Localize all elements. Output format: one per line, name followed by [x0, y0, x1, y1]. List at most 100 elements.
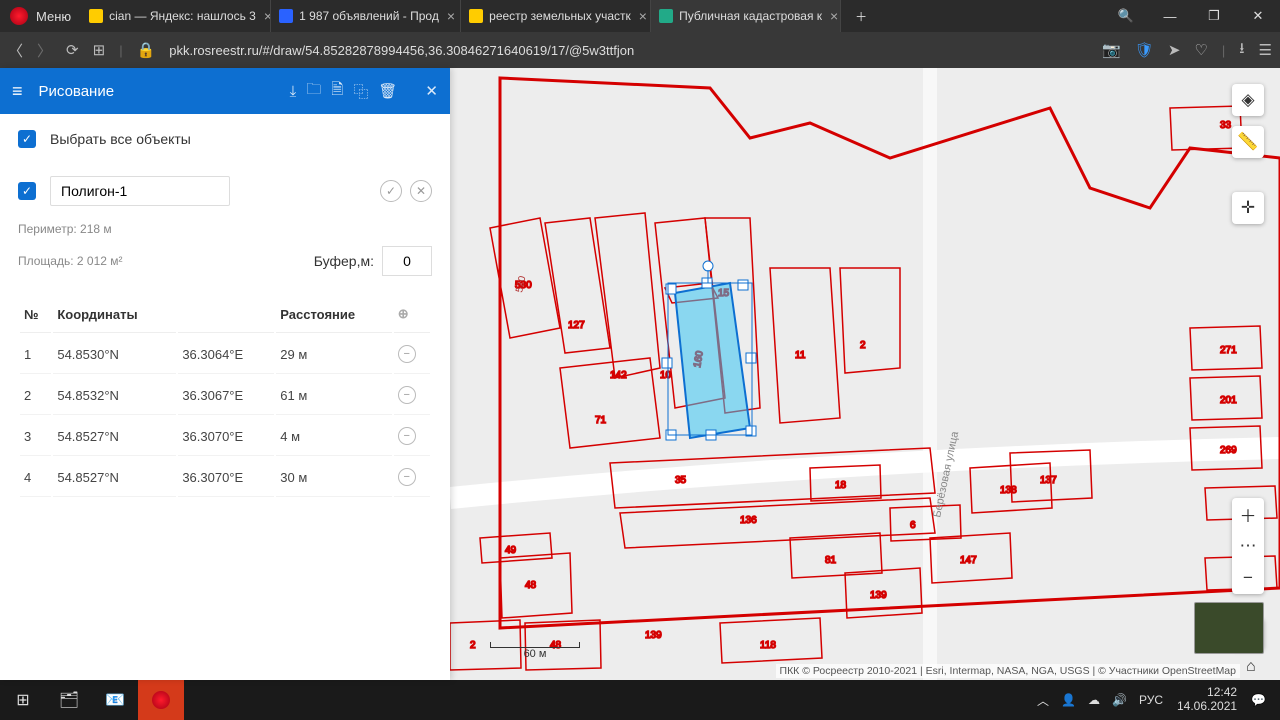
delete-icon[interactable]: 🗑 — [378, 82, 397, 100]
object-name-input[interactable] — [50, 176, 230, 206]
select-all-checkbox[interactable]: ✓ — [18, 130, 36, 148]
svg-text:2: 2 — [860, 340, 866, 351]
svg-text:136: 136 — [740, 515, 757, 526]
heart-icon[interactable]: ♡ — [1194, 41, 1207, 59]
tab-label: cian — Яндекс: нашлось 3 — [109, 9, 256, 23]
table-row: 154.8530°N36.3064°E29 м− — [20, 335, 430, 374]
minimize-button[interactable]: ― — [1148, 0, 1192, 32]
more-button[interactable]: ⋯ — [1232, 530, 1264, 562]
svg-text:18: 18 — [835, 480, 847, 491]
tab-2[interactable]: 1 987 объявлений - Прод × — [271, 0, 461, 32]
outlook-icon[interactable]: 📧 — [92, 680, 138, 720]
download-icon[interactable]: ⤓ — [290, 83, 297, 100]
perimeter-text: Периметр: 218 м — [18, 222, 432, 236]
map-canvas[interactable]: 530 127 142 71 10 15 11 2 35 136 81 139 … — [450, 68, 1280, 680]
windows-taskbar: ⊞ 🗂 📧 ︿ 👤 ☁ 🔊 РУС 12:42 14.06.2021 💬 — [0, 680, 1280, 720]
svg-text:137: 137 — [1040, 475, 1057, 486]
save-icon[interactable]: 🗎 — [331, 79, 343, 104]
tab-3[interactable]: реестр земельных участк × — [461, 0, 651, 32]
start-button[interactable]: ⊞ — [0, 680, 46, 720]
url-text[interactable]: pkk.rosreestr.ru/#/draw/54.8528287899445… — [169, 43, 1088, 58]
explorer-icon[interactable]: 🗂 — [46, 680, 92, 720]
panel-body: ✓ Выбрать все объекты ✓ ✓ ✕ Периметр: 21… — [0, 114, 450, 515]
svg-text:48: 48 — [525, 580, 537, 591]
maximize-button[interactable]: ❐ — [1192, 0, 1236, 32]
drawing-panel: ≡ Рисование ⤓ 🗀 🗎 ⿻ 🗑 ✕ ✓ Выбрать все об… — [0, 68, 450, 680]
table-row: 454.8527°N36.3070°E30 м− — [20, 458, 430, 497]
delete-point-button[interactable]: − — [398, 386, 416, 404]
close-icon[interactable]: × — [830, 8, 838, 24]
close-icon[interactable]: ✕ — [425, 82, 438, 100]
close-icon[interactable]: × — [447, 8, 455, 24]
minimap[interactable] — [1194, 602, 1264, 654]
svg-text:138: 138 — [1000, 485, 1017, 496]
confirm-icon[interactable]: ✓ — [380, 180, 402, 202]
tab-label: реестр земельных участк — [489, 9, 631, 23]
locate-icon: ✛ — [1232, 192, 1264, 224]
svg-text:33: 33 — [1220, 120, 1232, 131]
measure-button[interactable]: 📏 — [1232, 126, 1264, 158]
clock[interactable]: 12:42 14.06.2021 — [1169, 686, 1245, 714]
home-map-button[interactable]: ⌂ — [1246, 658, 1264, 676]
opera-taskbar-icon[interactable] — [138, 680, 184, 720]
tray-chevron-icon[interactable]: ︿ — [1031, 692, 1055, 709]
close-icon[interactable]: × — [639, 8, 647, 24]
svg-text:35: 35 — [675, 475, 687, 486]
zoom-out-button[interactable]: − — [1232, 562, 1264, 594]
svg-text:139: 139 — [870, 590, 887, 601]
svg-text:269: 269 — [1220, 445, 1237, 456]
folder-icon[interactable]: 🗀 — [306, 79, 321, 104]
favicon-pkk-icon — [659, 9, 673, 23]
copy-icon[interactable]: ⿻ — [353, 81, 368, 102]
svg-text:142: 142 — [610, 370, 627, 381]
tab-1[interactable]: cian — Яндекс: нашлось 3 × — [81, 0, 271, 32]
menu-icon[interactable]: ☰ — [1259, 41, 1272, 59]
reload-button[interactable]: ⟳ — [66, 41, 79, 59]
close-icon[interactable]: × — [264, 8, 271, 24]
add-point-button[interactable]: ⊕ — [394, 296, 430, 333]
tray-cloud-icon[interactable]: ☁ — [1082, 693, 1106, 707]
new-tab-button[interactable]: ＋ — [841, 0, 881, 32]
map-attribution: ПКК © Росреестр 2010-2021 | Esri, Interm… — [776, 664, 1240, 678]
th-coords: Координаты — [53, 296, 176, 333]
table-row: 354.8527°N36.3070°E4 м− — [20, 417, 430, 456]
delete-point-button[interactable]: − — [398, 345, 416, 363]
forward-button[interactable]: 〉 — [37, 40, 52, 61]
shield-icon[interactable]: 🛡 — [1135, 41, 1154, 59]
tray-volume-icon[interactable]: 🔊 — [1106, 693, 1133, 707]
panel-title: Рисование — [39, 83, 280, 100]
system-tray: ︿ 👤 ☁ 🔊 РУС 12:42 14.06.2021 💬 — [1031, 680, 1280, 720]
th-dist: Расстояние — [276, 296, 391, 333]
panel-header: ≡ Рисование ⤓ 🗀 🗎 ⿻ 🗑 ✕ — [0, 68, 450, 114]
notifications-icon[interactable]: 💬 — [1245, 693, 1272, 707]
locate-button[interactable]: ✛ — [1232, 192, 1264, 224]
browser-titlebar: Меню cian — Яндекс: нашлось 3 × 1 987 об… — [0, 0, 1280, 32]
favicon-yandex-icon — [89, 9, 103, 23]
address-bar: 〈 〉 ⟳ ⊞ | 🔒 pkk.rosreestr.ru/#/draw/54.8… — [0, 32, 1280, 68]
opera-menu-button[interactable]: Меню — [0, 0, 81, 32]
screenshot-icon[interactable]: 📷 — [1102, 41, 1121, 59]
buffer-input[interactable] — [382, 246, 432, 276]
th-num: № — [20, 296, 51, 333]
svg-text:118: 118 — [760, 640, 776, 651]
back-button[interactable]: 〈 — [8, 40, 23, 61]
buffer-label: Буфер,м: — [314, 253, 374, 269]
delete-point-button[interactable]: − — [398, 427, 416, 445]
object-checkbox[interactable]: ✓ — [18, 182, 36, 200]
remove-icon[interactable]: ✕ — [410, 180, 432, 202]
zoom-in-button[interactable]: ＋ — [1232, 498, 1264, 530]
hamburger-icon[interactable]: ≡ — [12, 81, 23, 102]
scale-bar: 60 м — [490, 642, 580, 660]
layers-button[interactable]: ◈ — [1232, 84, 1264, 116]
send-icon[interactable]: ➤ — [1168, 41, 1181, 59]
search-icon[interactable]: 🔍 — [1104, 0, 1148, 32]
svg-text:49: 49 — [505, 545, 517, 556]
speed-dial-icon[interactable]: ⊞ — [93, 41, 106, 59]
delete-point-button[interactable]: − — [398, 468, 416, 486]
download-icon[interactable]: ⭳ — [1239, 38, 1244, 63]
tray-people-icon[interactable]: 👤 — [1055, 693, 1082, 707]
language-indicator[interactable]: РУС — [1133, 693, 1169, 707]
tab-4[interactable]: Публичная кадастровая к × — [651, 0, 841, 32]
close-button[interactable]: ✕ — [1236, 0, 1280, 32]
favicon-avito-icon — [279, 9, 293, 23]
